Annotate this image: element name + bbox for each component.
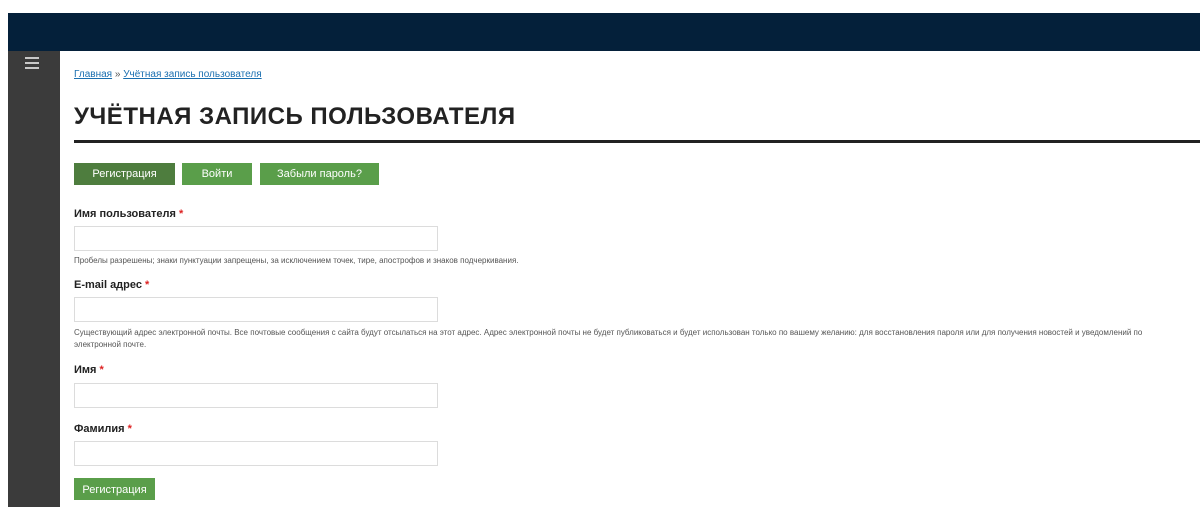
top-toolbar — [8, 13, 1200, 51]
tab-login[interactable]: Войти — [182, 163, 252, 185]
breadcrumb-home-link[interactable]: Главная — [74, 69, 112, 80]
last-name-input[interactable] — [74, 441, 438, 466]
last-name-required-marker: * — [127, 423, 132, 435]
first-name-label: Имя * — [74, 364, 104, 376]
breadcrumb-current-link[interactable]: Учётная запись пользователя — [123, 69, 261, 80]
last-name-label: Фамилия * — [74, 423, 132, 435]
hamburger-menu-icon[interactable] — [25, 57, 39, 69]
username-help: Пробелы разрешены; знаки пунктуации запр… — [74, 256, 519, 265]
first-name-required-marker: * — [99, 364, 104, 376]
tab-forgot-password[interactable]: Забыли пароль? — [260, 163, 379, 185]
page-edge — [0, 0, 8, 507]
title-divider — [74, 140, 1200, 143]
email-input[interactable] — [74, 297, 438, 322]
first-name-input[interactable] — [74, 383, 438, 408]
email-help-line-2: электронной почте. — [74, 340, 147, 349]
breadcrumb: Главная » Учётная запись пользователя — [74, 69, 262, 80]
username-label: Имя пользователя * — [74, 208, 183, 220]
page-title: УЧЁТНАЯ ЗАПИСЬ ПОЛЬЗОВАТЕЛЯ — [74, 103, 516, 130]
email-help-line-1: Существующий адрес электронной почты. Вс… — [74, 328, 1143, 337]
breadcrumb-separator: » — [112, 69, 124, 80]
email-label: E-mail адрес * — [74, 279, 149, 291]
admin-sidebar — [8, 51, 60, 507]
last-name-label-text: Фамилия — [74, 423, 125, 435]
tab-register[interactable]: Регистрация — [74, 163, 175, 185]
email-required-marker: * — [145, 279, 150, 291]
first-name-label-text: Имя — [74, 364, 97, 376]
username-required-marker: * — [178, 208, 184, 220]
username-input[interactable] — [74, 226, 438, 251]
register-submit-button[interactable]: Регистрация — [74, 478, 155, 500]
email-label-text: E-mail адрес — [74, 279, 142, 291]
username-label-text: Имя пользователя — [74, 208, 176, 220]
